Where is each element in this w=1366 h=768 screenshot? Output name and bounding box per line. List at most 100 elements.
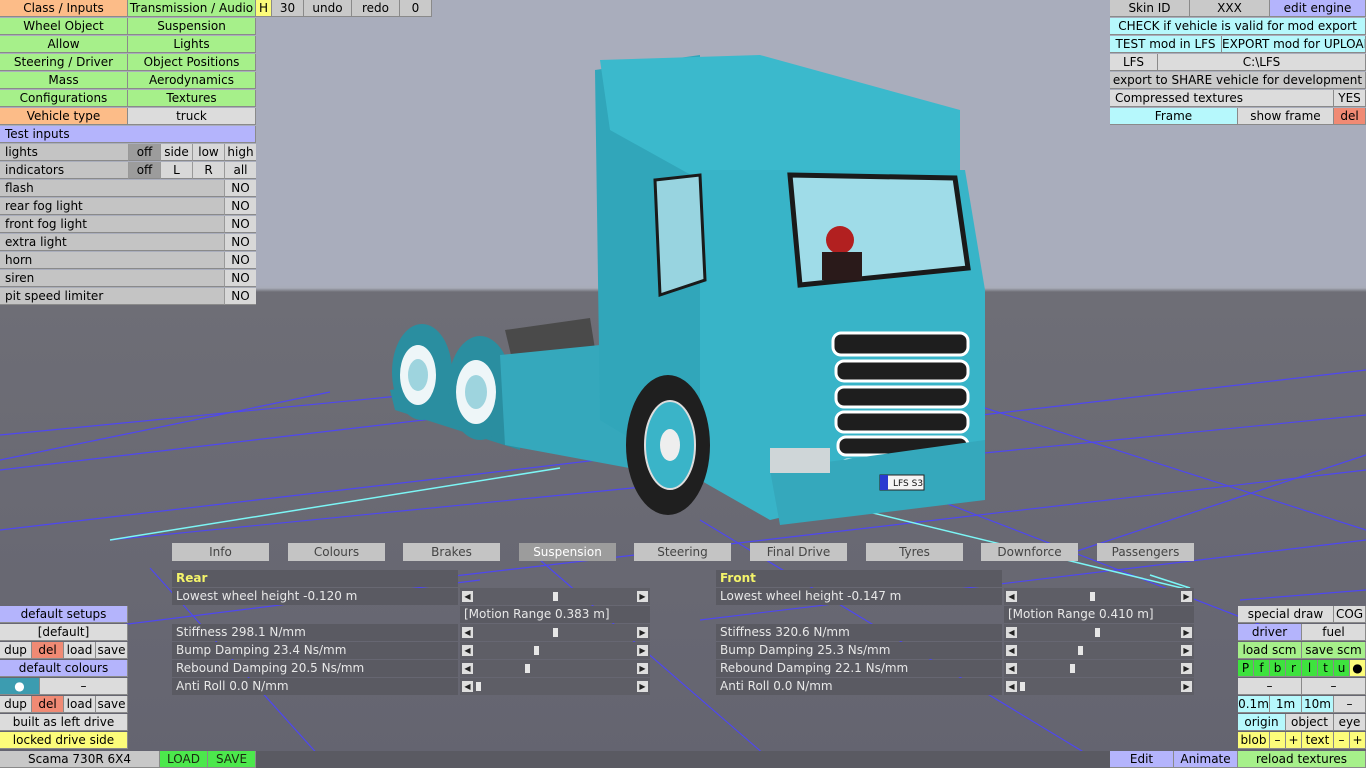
load-button[interactable]: LOAD bbox=[160, 751, 208, 768]
steering-driver-button[interactable]: Steering / Driver bbox=[0, 54, 128, 71]
allow-button[interactable]: Allow bbox=[0, 36, 128, 53]
left-arrow-icon[interactable]: ◀ bbox=[1006, 645, 1017, 656]
rear-param-slider[interactable]: ◀ ▶ bbox=[460, 678, 650, 695]
rear-lowest-height-slider[interactable]: ◀ ▶ bbox=[460, 588, 650, 605]
tab-brakes[interactable]: Brakes bbox=[403, 543, 500, 561]
flag-p-button[interactable]: P bbox=[1238, 660, 1254, 677]
lights-high[interactable]: high bbox=[224, 144, 256, 161]
test-input-value[interactable]: NO bbox=[224, 252, 256, 269]
frame-del-button[interactable]: del bbox=[1334, 108, 1366, 125]
tab-passengers[interactable]: Passengers bbox=[1097, 543, 1194, 561]
colour-del-button[interactable]: del bbox=[32, 696, 64, 713]
export-upload-button[interactable]: EXPORT mod for UPLOAD bbox=[1222, 36, 1366, 53]
object-button[interactable]: object bbox=[1286, 714, 1334, 731]
origin-button[interactable]: origin bbox=[1238, 714, 1286, 731]
flag-u-button[interactable]: u bbox=[1334, 660, 1350, 677]
suspension-button[interactable]: Suspension bbox=[128, 18, 256, 35]
slider-thumb[interactable] bbox=[1078, 646, 1084, 655]
flag-r-button[interactable]: r bbox=[1286, 660, 1302, 677]
flag-dot-button[interactable]: ● bbox=[1350, 660, 1366, 677]
lights-low[interactable]: low bbox=[192, 144, 224, 161]
left-arrow-icon[interactable]: ◀ bbox=[462, 645, 473, 656]
text-button[interactable]: text bbox=[1302, 732, 1334, 749]
slider-thumb[interactable] bbox=[476, 682, 481, 691]
blob-plus-button[interactable]: + bbox=[1286, 732, 1302, 749]
default-setups-button[interactable]: default setups bbox=[0, 606, 128, 623]
left-arrow-icon[interactable]: ◀ bbox=[462, 591, 473, 602]
compressed-textures-value[interactable]: YES bbox=[1334, 90, 1366, 107]
tab-colours[interactable]: Colours bbox=[288, 543, 385, 561]
mass-button[interactable]: Mass bbox=[0, 72, 128, 89]
slider-thumb[interactable] bbox=[1090, 592, 1096, 601]
transmission-audio-button[interactable]: Transmission / Audio bbox=[128, 0, 256, 17]
right-arrow-icon[interactable]: ▶ bbox=[637, 627, 648, 638]
tab-suspension[interactable]: Suspension bbox=[519, 543, 616, 561]
dash-button-1[interactable]: – bbox=[1238, 678, 1302, 695]
right-arrow-icon[interactable]: ▶ bbox=[1181, 645, 1192, 656]
class-inputs-button[interactable]: Class / Inputs bbox=[0, 0, 128, 17]
tab-tyres[interactable]: Tyres bbox=[866, 543, 963, 561]
test-input-value[interactable]: NO bbox=[224, 198, 256, 215]
zero-button[interactable]: 0 bbox=[400, 0, 432, 17]
save-scm-button[interactable]: save scm bbox=[1302, 642, 1366, 659]
tab-steering[interactable]: Steering bbox=[634, 543, 731, 561]
indicators-all[interactable]: all bbox=[224, 162, 256, 179]
dash-button-2[interactable]: – bbox=[1302, 678, 1366, 695]
right-arrow-icon[interactable]: ▶ bbox=[1181, 627, 1192, 638]
test-mod-button[interactable]: TEST mod in LFS bbox=[1110, 36, 1222, 53]
slider-thumb[interactable] bbox=[534, 646, 540, 655]
wheel-object-button[interactable]: Wheel Object bbox=[0, 18, 128, 35]
fuel-button[interactable]: fuel bbox=[1302, 624, 1366, 641]
setup-dup-button[interactable]: dup bbox=[0, 642, 32, 659]
test-input-row[interactable]: rear fog light NO bbox=[0, 198, 256, 215]
colour-dup-button[interactable]: dup bbox=[0, 696, 32, 713]
test-input-row[interactable]: front fog light NO bbox=[0, 216, 256, 233]
text-plus-button[interactable]: + bbox=[1350, 732, 1366, 749]
built-left-drive-button[interactable]: built as left drive bbox=[0, 714, 128, 731]
test-input-row[interactable]: horn NO bbox=[0, 252, 256, 269]
textures-button[interactable]: Textures bbox=[128, 90, 256, 107]
scale-10m-button[interactable]: 10m bbox=[1302, 696, 1334, 713]
animate-button[interactable]: Animate bbox=[1174, 751, 1238, 768]
test-input-row[interactable]: flash NO bbox=[0, 180, 256, 197]
colour-save-button[interactable]: save bbox=[96, 696, 128, 713]
left-arrow-icon[interactable]: ◀ bbox=[462, 681, 473, 692]
default-colours-button[interactable]: default colours bbox=[0, 660, 128, 677]
object-positions-button[interactable]: Object Positions bbox=[128, 54, 256, 71]
frame-button[interactable]: Frame bbox=[1110, 108, 1238, 125]
eye-button[interactable]: eye bbox=[1334, 714, 1366, 731]
indicators-off[interactable]: off bbox=[128, 162, 160, 179]
left-arrow-icon[interactable]: ◀ bbox=[1006, 663, 1017, 674]
slider-thumb[interactable] bbox=[1020, 682, 1025, 691]
blob-minus-button[interactable]: – bbox=[1270, 732, 1286, 749]
show-frame-button[interactable]: show frame bbox=[1238, 108, 1334, 125]
slider-thumb[interactable] bbox=[552, 628, 558, 637]
edit-engine-button[interactable]: edit engine bbox=[1270, 0, 1366, 17]
lights-off[interactable]: off bbox=[128, 144, 160, 161]
front-param-slider[interactable]: ◀ ▶ bbox=[1004, 642, 1194, 659]
test-input-value[interactable]: NO bbox=[224, 288, 256, 305]
lfs-path[interactable]: C:\LFS bbox=[1158, 54, 1366, 71]
left-arrow-icon[interactable]: ◀ bbox=[1006, 681, 1017, 692]
slider-thumb[interactable] bbox=[552, 592, 558, 601]
right-arrow-icon[interactable]: ▶ bbox=[1181, 681, 1192, 692]
tab-downforce[interactable]: Downforce bbox=[981, 543, 1078, 561]
colour-dot-button[interactable]: ● bbox=[0, 678, 40, 695]
right-arrow-icon[interactable]: ▶ bbox=[1181, 591, 1192, 602]
scale-minus-button[interactable]: – bbox=[1334, 696, 1366, 713]
redo-button[interactable]: redo bbox=[352, 0, 400, 17]
test-input-value[interactable]: NO bbox=[224, 180, 256, 197]
rear-param-slider[interactable]: ◀ ▶ bbox=[460, 624, 650, 641]
front-param-slider[interactable]: ◀ ▶ bbox=[1004, 624, 1194, 641]
thirty-button[interactable]: 30 bbox=[272, 0, 304, 17]
tab-final-drive[interactable]: Final Drive bbox=[750, 543, 847, 561]
right-arrow-icon[interactable]: ▶ bbox=[1181, 663, 1192, 674]
h-button[interactable]: H bbox=[256, 0, 272, 17]
test-input-row[interactable]: siren NO bbox=[0, 270, 256, 287]
blob-button[interactable]: blob bbox=[1238, 732, 1270, 749]
left-arrow-icon[interactable]: ◀ bbox=[462, 627, 473, 638]
locked-drive-side-button[interactable]: locked drive side bbox=[0, 732, 128, 749]
scale-01m-button[interactable]: 0.1m bbox=[1238, 696, 1270, 713]
flag-t-button[interactable]: t bbox=[1318, 660, 1334, 677]
setup-del-button[interactable]: del bbox=[32, 642, 64, 659]
